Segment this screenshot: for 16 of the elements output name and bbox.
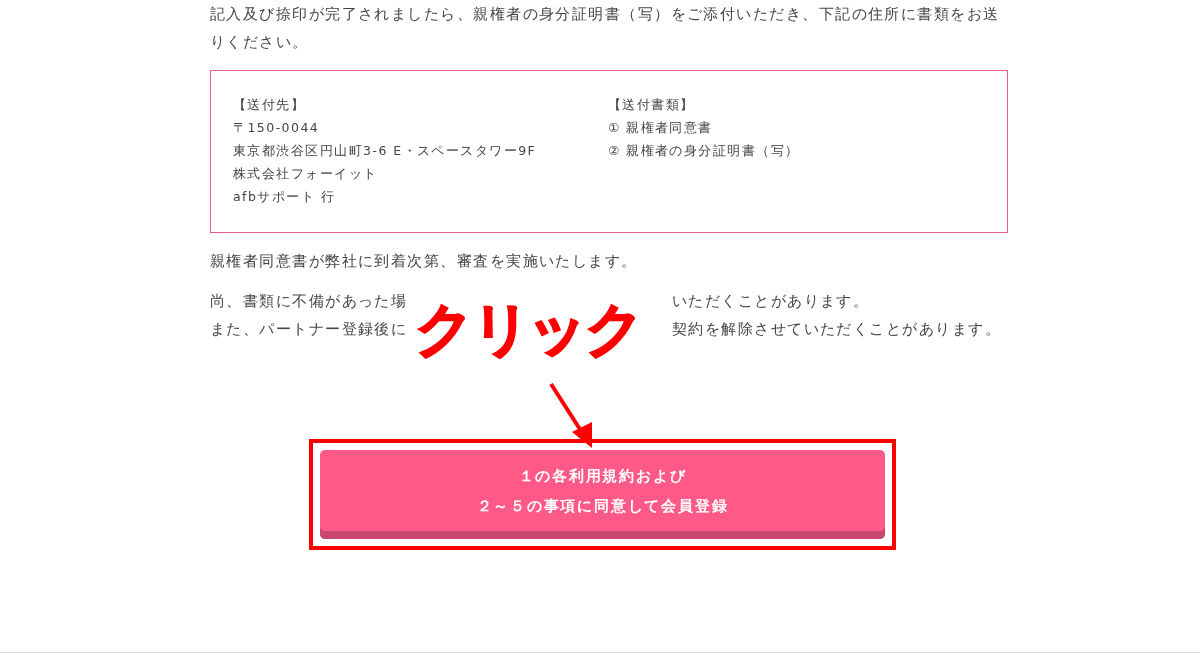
annotation-label: クリック — [415, 300, 642, 358]
address-line: 東京都渋谷区円山町3-6 E・スペースタワー9F — [233, 142, 538, 160]
warning-text: また、パートナー登録後に — [210, 320, 408, 339]
submit-button[interactable]: １の各利用規約および ２～５の事項に同意して会員登録 — [320, 450, 885, 539]
address-line: ② 親権者の身分証明書（写） — [608, 142, 800, 160]
address-line: ① 親権者同意書 — [608, 119, 714, 137]
warning-text: 尚、書類に不備があった場 — [210, 292, 408, 311]
warning-text: 契約を解除させていただくことがあります。 — [672, 320, 1001, 339]
warning-text: いただくことがあります。 — [672, 292, 870, 311]
address-line: 株式会社フォーイット — [233, 165, 379, 183]
note-text: 親権者同意書が弊社に到着次第、審査を実施いたします。 — [210, 252, 639, 271]
column-heading: 【送付書類】 — [608, 96, 696, 114]
address-line: afbサポート 行 — [233, 188, 337, 206]
column-heading: 【送付先】 — [233, 96, 307, 114]
intro-paragraph: 記入及び捺印が完了されましたら、親権者の身分証明書（写）をご添付いただき、下記の住所に書類をお送りください。 — [210, 5, 1001, 52]
address-line: 〒150-0044 — [233, 119, 321, 137]
